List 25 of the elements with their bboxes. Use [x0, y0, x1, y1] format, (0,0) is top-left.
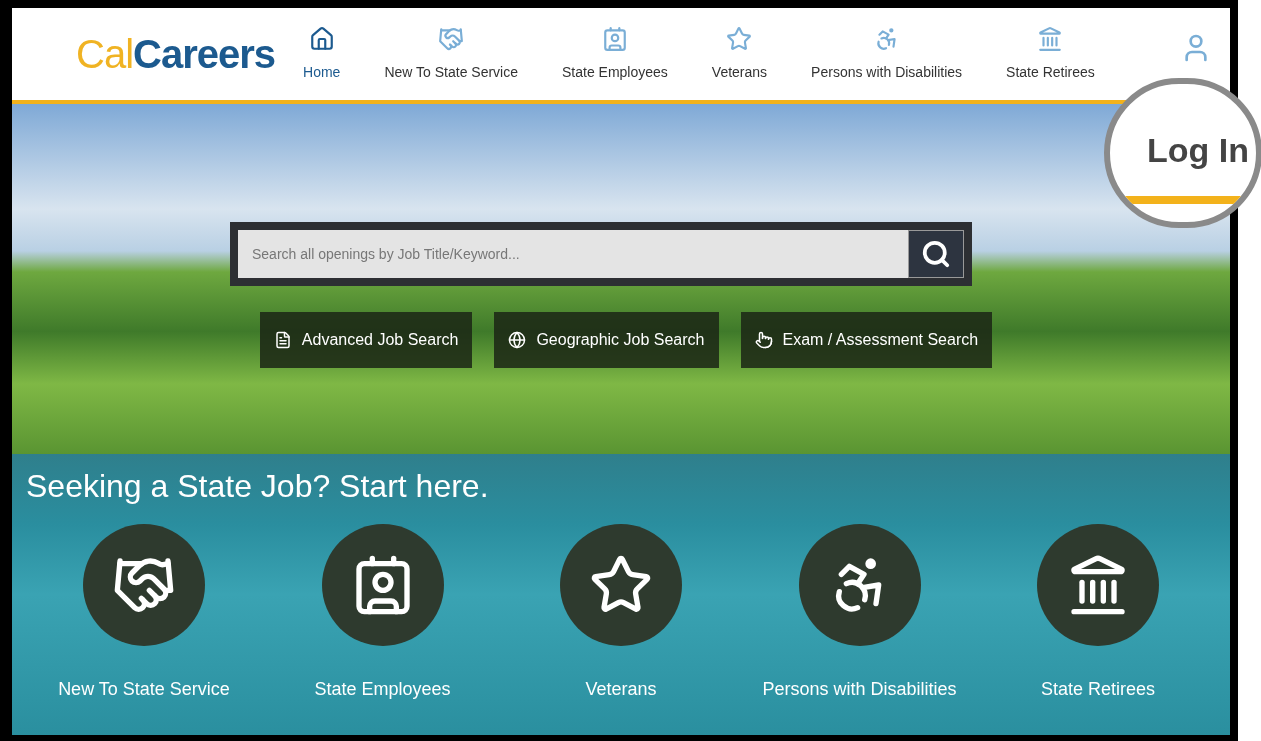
globe-icon — [508, 331, 527, 349]
id-badge-icon — [601, 25, 628, 52]
calcareers-logo[interactable]: CalCareers — [76, 24, 276, 84]
nav-item[interactable]: Home — [303, 25, 341, 83]
star-icon — [726, 25, 753, 52]
document-icon — [273, 331, 292, 349]
category-link[interactable]: State Retirees — [988, 524, 1208, 703]
quick-search-button[interactable]: Advanced Job Search — [259, 312, 473, 368]
login-label: Log In — [1147, 129, 1249, 171]
search-field[interactable]: Search all openings by Job Title/Keyword... — [238, 230, 908, 278]
nav-item[interactable]: Persons with Disabilities — [811, 25, 963, 83]
quick-search-button[interactable]: Exam / Assessment Search — [740, 312, 993, 368]
handshake-icon — [438, 25, 465, 52]
nav-item[interactable]: State Employees — [562, 25, 668, 83]
search-icon — [921, 239, 951, 269]
pointing-hand-icon — [754, 331, 773, 349]
quick-search-button[interactable]: Geographic Job Search — [494, 312, 719, 368]
section-heading: Seeking a State Job? Start here. — [26, 467, 490, 506]
home-icon — [308, 25, 335, 52]
nav-item[interactable]: New To State Service — [384, 25, 518, 83]
search-button[interactable] — [908, 230, 964, 278]
capitol-building-icon — [1037, 25, 1064, 52]
category-link[interactable]: State Employees — [272, 524, 493, 703]
nav-item[interactable]: State Retirees — [1006, 25, 1095, 83]
nav-item[interactable]: Veterans — [711, 25, 768, 83]
